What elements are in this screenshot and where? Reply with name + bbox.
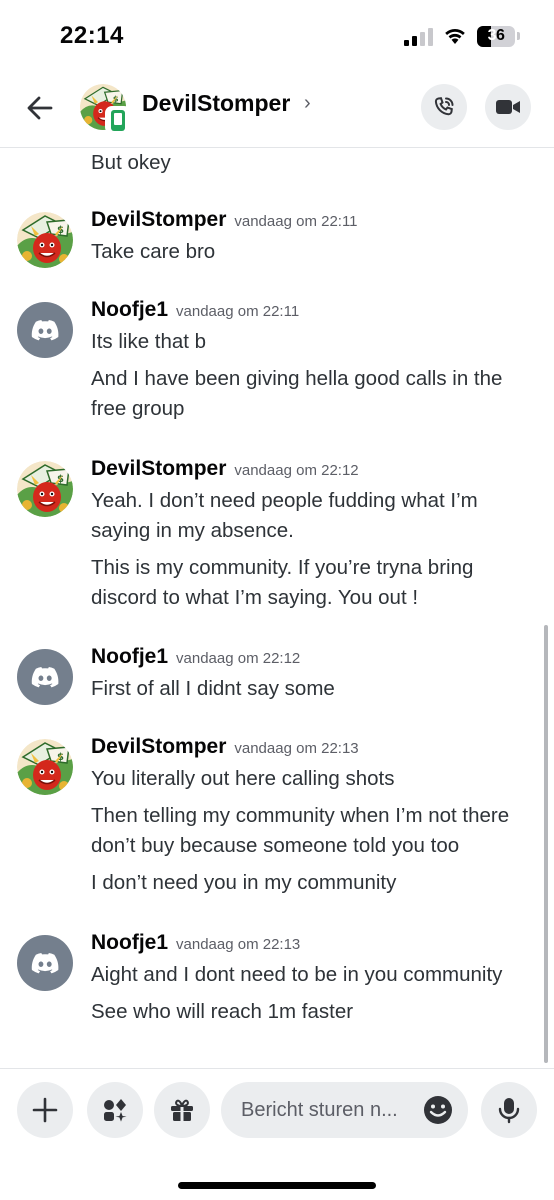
mobile-status-badge — [105, 106, 131, 134]
emoji-icon[interactable] — [422, 1094, 454, 1126]
video-call-button[interactable] — [485, 84, 531, 130]
message-header: DevilStomper vandaag om 22:13 — [91, 735, 359, 759]
battery-level: 36 — [487, 27, 505, 44]
gift-button[interactable] — [154, 1082, 210, 1138]
apps-button[interactable] — [87, 1082, 143, 1138]
cellular-signal-icon — [404, 28, 434, 46]
microphone-icon — [498, 1098, 520, 1124]
back-arrow-icon — [27, 96, 53, 120]
author-name[interactable]: DevilStomper — [91, 735, 226, 758]
message-header: DevilStomper vandaag om 22:11 — [91, 208, 358, 232]
user-avatar[interactable] — [17, 935, 73, 991]
message-text: Then telling my community when I’m not t… — [91, 804, 510, 857]
message-text: And I have been giving hella good calls … — [91, 367, 503, 420]
timestamp: vandaag om 22:12 — [176, 650, 301, 667]
discord-logo-icon — [31, 319, 59, 341]
user-avatar[interactable] — [17, 302, 73, 358]
attach-button[interactable] — [17, 1082, 73, 1138]
message-text: This is my community. If you’re tryna br… — [91, 556, 474, 609]
scrollbar[interactable] — [544, 625, 548, 1063]
battery-icon: 36 — [477, 26, 515, 47]
wifi-icon — [445, 29, 465, 44]
message-text: Aight and I dont need to be in you commu… — [91, 963, 503, 986]
author-name[interactable]: DevilStomper — [91, 208, 226, 231]
author-name[interactable]: Noofje1 — [91, 645, 168, 668]
message-text: Its like that b — [91, 330, 207, 353]
channel-header: DevilStomper › — [0, 72, 554, 148]
user-avatar[interactable] — [17, 739, 73, 795]
author-name[interactable]: Noofje1 — [91, 931, 168, 954]
channel-title[interactable]: DevilStomper — [142, 90, 290, 117]
message-text: See who will reach 1m faster — [91, 1000, 354, 1023]
home-indicator[interactable] — [178, 1182, 376, 1189]
voice-call-button[interactable] — [421, 84, 467, 130]
gift-icon — [171, 1099, 193, 1121]
message-text: You literally out here calling shots — [91, 767, 395, 790]
message-list[interactable]: But okey DevilStomper vandaag om 22:11 Ta… — [0, 148, 554, 1066]
video-camera-icon — [496, 100, 520, 114]
status-bar: 22:14 36 — [0, 0, 554, 72]
plus-icon — [32, 1097, 58, 1123]
timestamp: vandaag om 22:13 — [234, 740, 359, 757]
status-time: 22:14 — [60, 22, 124, 49]
author-name[interactable]: Noofje1 — [91, 298, 168, 321]
message-input[interactable] — [241, 1082, 421, 1138]
chevron-right-icon[interactable]: › — [304, 92, 311, 115]
author-name[interactable]: DevilStomper — [91, 457, 226, 480]
battery-cap — [517, 32, 520, 40]
message-header: Noofje1 vandaag om 22:13 — [91, 931, 300, 955]
message-header: DevilStomper vandaag om 22:12 — [91, 457, 359, 481]
timestamp: vandaag om 22:13 — [176, 936, 301, 953]
back-button[interactable] — [22, 90, 58, 126]
discord-logo-icon — [31, 666, 59, 688]
message-composer — [0, 1068, 554, 1200]
message-text: I don’t need you in my community — [91, 871, 397, 894]
discord-logo-icon — [31, 952, 59, 974]
message-text: Yeah. I don’t need people fudding what I… — [91, 489, 478, 542]
apps-icon — [104, 1099, 127, 1122]
message-text: But okey — [91, 151, 171, 174]
timestamp: vandaag om 22:12 — [234, 462, 359, 479]
timestamp: vandaag om 22:11 — [234, 213, 358, 230]
mobile-icon — [111, 109, 125, 131]
message-header: Noofje1 vandaag om 22:12 — [91, 645, 300, 669]
message-input-container[interactable] — [221, 1082, 468, 1138]
message-text: First of all I didnt say some — [91, 677, 335, 700]
user-avatar[interactable] — [17, 212, 73, 268]
timestamp: vandaag om 22:11 — [176, 303, 300, 320]
message-text: Take care bro — [91, 240, 216, 263]
voice-message-button[interactable] — [481, 1082, 537, 1138]
user-avatar[interactable] — [17, 649, 73, 705]
phone-call-icon — [434, 97, 454, 116]
user-avatar[interactable] — [17, 461, 73, 517]
message-header: Noofje1 vandaag om 22:11 — [91, 298, 299, 322]
